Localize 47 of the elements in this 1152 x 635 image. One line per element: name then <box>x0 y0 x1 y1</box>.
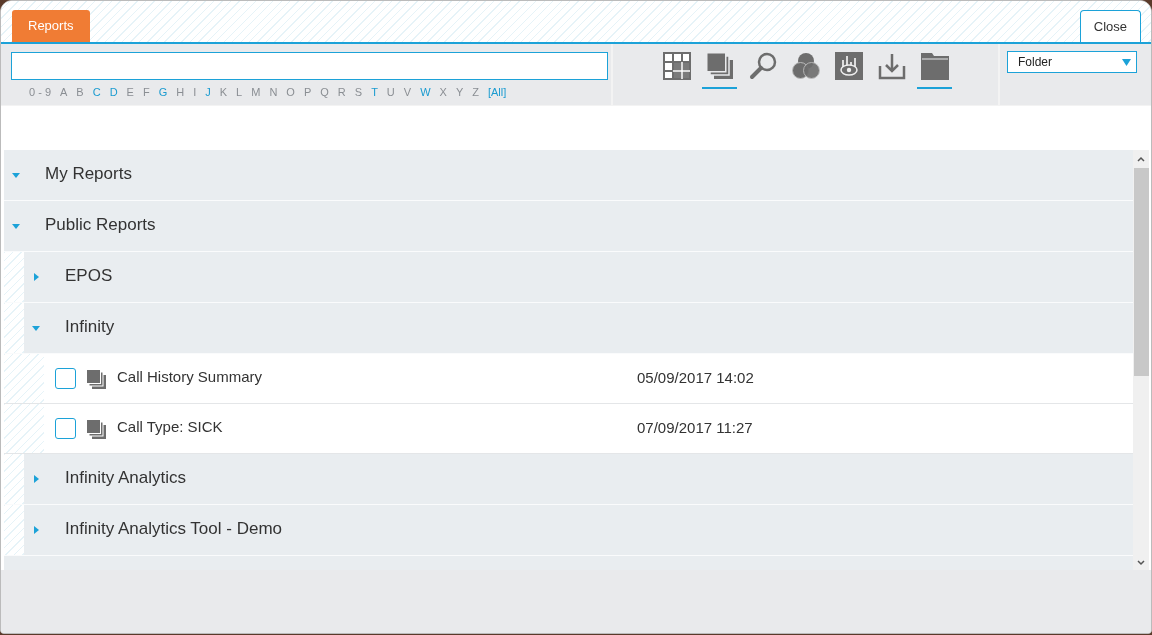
folder-icon <box>920 52 949 80</box>
hatched-indent <box>4 505 24 555</box>
folder-name[interactable]: Infinity Analytics <box>65 464 186 491</box>
grid-icon <box>662 52 691 80</box>
folder-name[interactable]: Infinity Analytics Tool - Demo <box>65 515 282 542</box>
caret-down-icon[interactable] <box>12 222 20 230</box>
eye-chart-icon <box>834 52 863 80</box>
close-button[interactable]: Close <box>1079 10 1141 42</box>
letter-filter[interactable]: T <box>371 84 378 101</box>
letter-filter[interactable]: J <box>205 84 211 101</box>
scroll-down-icon[interactable] <box>1137 560 1145 566</box>
letter-filter[interactable]: [All] <box>487 84 507 101</box>
view-select[interactable]: Folder <box>1007 51 1137 73</box>
checkbox[interactable] <box>55 418 76 439</box>
stacked-squares-icon <box>705 52 734 80</box>
folder-name[interactable]: Public Reports <box>45 211 156 238</box>
letter-filter[interactable]: W <box>420 84 431 101</box>
scrollbar[interactable] <box>1133 150 1149 570</box>
tab[interactable]: Reports <box>12 10 90 42</box>
caret-right-icon[interactable] <box>32 526 40 534</box>
search-field[interactable] <box>11 52 608 80</box>
scroll-up-icon[interactable] <box>1137 156 1145 162</box>
toolbar-button[interactable] <box>917 52 952 89</box>
search-icon <box>748 52 777 80</box>
stacked-squares-icon <box>86 418 106 439</box>
report-name[interactable]: Call Type: SICK <box>117 415 637 439</box>
report-name[interactable]: Call History Summary <box>117 365 637 389</box>
dropdown-caret-icon <box>1122 58 1131 66</box>
caret-down-icon[interactable] <box>32 324 40 332</box>
folder-name[interactable]: My Reports <box>45 160 132 187</box>
scrollbar-thumb[interactable] <box>1133 168 1149 376</box>
toolbar-button[interactable] <box>702 52 737 89</box>
venn-icon <box>791 52 820 80</box>
caret-right-icon[interactable] <box>32 273 40 281</box>
download-icon <box>877 52 906 80</box>
caret-right-icon[interactable] <box>32 475 40 483</box>
letter-filter[interactable]: D <box>109 84 118 101</box>
letter-filter[interactable]: G <box>158 84 168 101</box>
report-date: 05/09/2017 14:02 <box>637 368 754 389</box>
checkbox[interactable] <box>55 368 76 389</box>
stacked-squares-icon <box>86 368 106 389</box>
report-date: 07/09/2017 11:27 <box>637 418 753 439</box>
folder-name[interactable]: Infinity <box>65 313 115 340</box>
folder-name[interactable]: EPOS <box>65 262 113 289</box>
caret-down-icon[interactable] <box>12 171 20 179</box>
letter-filter[interactable]: C <box>92 84 101 101</box>
hatched-indent <box>4 252 24 302</box>
